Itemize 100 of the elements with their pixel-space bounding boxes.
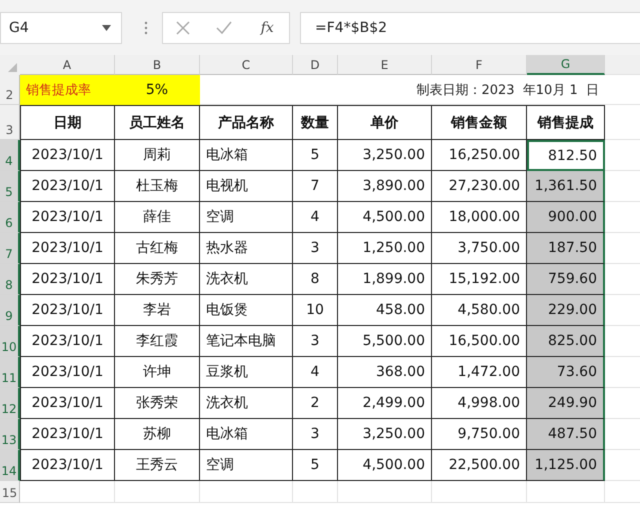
table-cell: 2023/10/1	[20, 233, 115, 264]
table-cell: 187.50	[527, 233, 605, 264]
name-box[interactable]: G4	[0, 12, 122, 44]
table-cell: 电冰箱	[200, 140, 293, 171]
row-header[interactable]: 15	[0, 481, 20, 503]
table-header-cell: 单价	[338, 105, 432, 140]
table-cell: 张秀荣	[115, 388, 200, 419]
table-cell: 5	[293, 140, 338, 171]
table-cell: 苏柳	[115, 419, 200, 450]
row-header[interactable]: 5	[0, 171, 20, 202]
empty-cell[interactable]	[527, 481, 605, 503]
table-cell: 3	[293, 326, 338, 357]
empty-cell[interactable]	[338, 481, 432, 503]
table-cell: 电冰箱	[200, 419, 293, 450]
table-cell: 2023/10/1	[20, 171, 115, 202]
table-header-cell: 员工姓名	[115, 105, 200, 140]
table-cell: 1,899.00	[338, 264, 432, 295]
table-cell: 热水器	[200, 233, 293, 264]
table-cell: 王秀云	[115, 450, 200, 481]
insert-function-button[interactable]: fx	[258, 20, 276, 36]
table-cell: 900.00	[527, 202, 605, 233]
table-cell: 笔记本电脑	[200, 326, 293, 357]
table-cell: 3,250.00	[338, 140, 432, 171]
dropdown-caret-icon	[102, 24, 111, 30]
table-cell: 5	[293, 450, 338, 481]
row-header[interactable]: 2	[0, 75, 20, 105]
table-cell: 16,250.00	[432, 140, 527, 171]
row-header[interactable]: 14	[0, 450, 20, 481]
row-header[interactable]: 9	[0, 295, 20, 326]
table-cell: 李红霞	[115, 326, 200, 357]
row-header[interactable]: 7	[0, 233, 20, 264]
table-cell: 4,500.00	[338, 202, 432, 233]
table-cell: 2023/10/1	[20, 450, 115, 481]
row-header[interactable]: 8	[0, 264, 20, 295]
table-cell: 2023/10/1	[20, 419, 115, 450]
table-cell: 2023/10/1	[20, 388, 115, 419]
table-cell: 空调	[200, 450, 293, 481]
table-header-cell: 产品名称	[200, 105, 293, 140]
check-icon[interactable]	[216, 20, 232, 34]
table-cell: 杜玉梅	[115, 171, 200, 202]
table-cell: 2023/10/1	[20, 202, 115, 233]
table-cell: 3	[293, 233, 338, 264]
column-header[interactable]: C	[200, 55, 293, 75]
row-header[interactable]: 12	[0, 388, 20, 419]
row-header[interactable]: 6	[0, 202, 20, 233]
table-cell: 73.60	[527, 357, 605, 388]
table-cell: 薛佳	[115, 202, 200, 233]
table-cell: 销售提成率	[20, 75, 115, 105]
table-cell: 5,500.00	[338, 326, 432, 357]
table-cell: 10	[293, 295, 338, 326]
empty-cell[interactable]	[432, 481, 527, 503]
table-cell: 许坤	[115, 357, 200, 388]
row-header[interactable]: 11	[0, 357, 20, 388]
table-cell-text: 制表日期：2023 年10月 1 日	[416, 82, 599, 98]
table-cell: 249.90	[527, 388, 605, 419]
table-cell: 2023/10/1	[20, 264, 115, 295]
table-header-cell: 数量	[293, 105, 338, 140]
table-cell: 3	[293, 419, 338, 450]
table-cell: 洗衣机	[200, 264, 293, 295]
table-cell: 825.00	[527, 326, 605, 357]
table-cell: 电视机	[200, 171, 293, 202]
formula-field[interactable]: =F4*$B$2	[300, 12, 640, 44]
table-cell: 2023/10/1	[20, 326, 115, 357]
column-header[interactable]: E	[338, 55, 432, 75]
table-cell: 3,890.00	[338, 171, 432, 202]
cancel-icon[interactable]	[176, 20, 190, 34]
empty-cell[interactable]	[200, 481, 293, 503]
table-cell: 368.00	[338, 357, 432, 388]
column-header[interactable]: G	[527, 55, 605, 75]
table-cell: 487.50	[527, 419, 605, 450]
row-header[interactable]: 13	[0, 419, 20, 450]
table-cell: 458.00	[338, 295, 432, 326]
table-header-cell: 销售金额	[432, 105, 527, 140]
row-header[interactable]: 3	[0, 105, 20, 140]
table-cell: 洗衣机	[200, 388, 293, 419]
table-cell: 3,250.00	[338, 419, 432, 450]
table-cell: 4	[293, 357, 338, 388]
column-header[interactable]: D	[293, 55, 338, 75]
table-cell: 759.60	[527, 264, 605, 295]
empty-cell[interactable]	[115, 481, 200, 503]
table-cell: 2023/10/1	[20, 295, 115, 326]
drag-handle-icon[interactable]	[144, 20, 148, 34]
table-cell: 朱秀芳	[115, 264, 200, 295]
table-cell: 229.00	[527, 295, 605, 326]
table-cell: 电饭煲	[200, 295, 293, 326]
table-cell: 1,125.00	[527, 450, 605, 481]
table-cell: 周莉	[115, 140, 200, 171]
table-cell: 2023/10/1	[20, 357, 115, 388]
table-cell: 1,361.50	[527, 171, 605, 202]
row-header[interactable]: 10	[0, 326, 20, 357]
table-header-cell: 日期	[20, 105, 115, 140]
table-cell: 豆浆机	[200, 357, 293, 388]
table-cell: 空调	[200, 202, 293, 233]
table-cell: 1,250.00	[338, 233, 432, 264]
table-cell: 2023/10/1	[20, 140, 115, 171]
row-header[interactable]: 4	[0, 140, 20, 171]
table-cell: 7	[293, 171, 338, 202]
empty-cell[interactable]	[293, 481, 338, 503]
table-cell: 李岩	[115, 295, 200, 326]
table-cell: 古红梅	[115, 233, 200, 264]
